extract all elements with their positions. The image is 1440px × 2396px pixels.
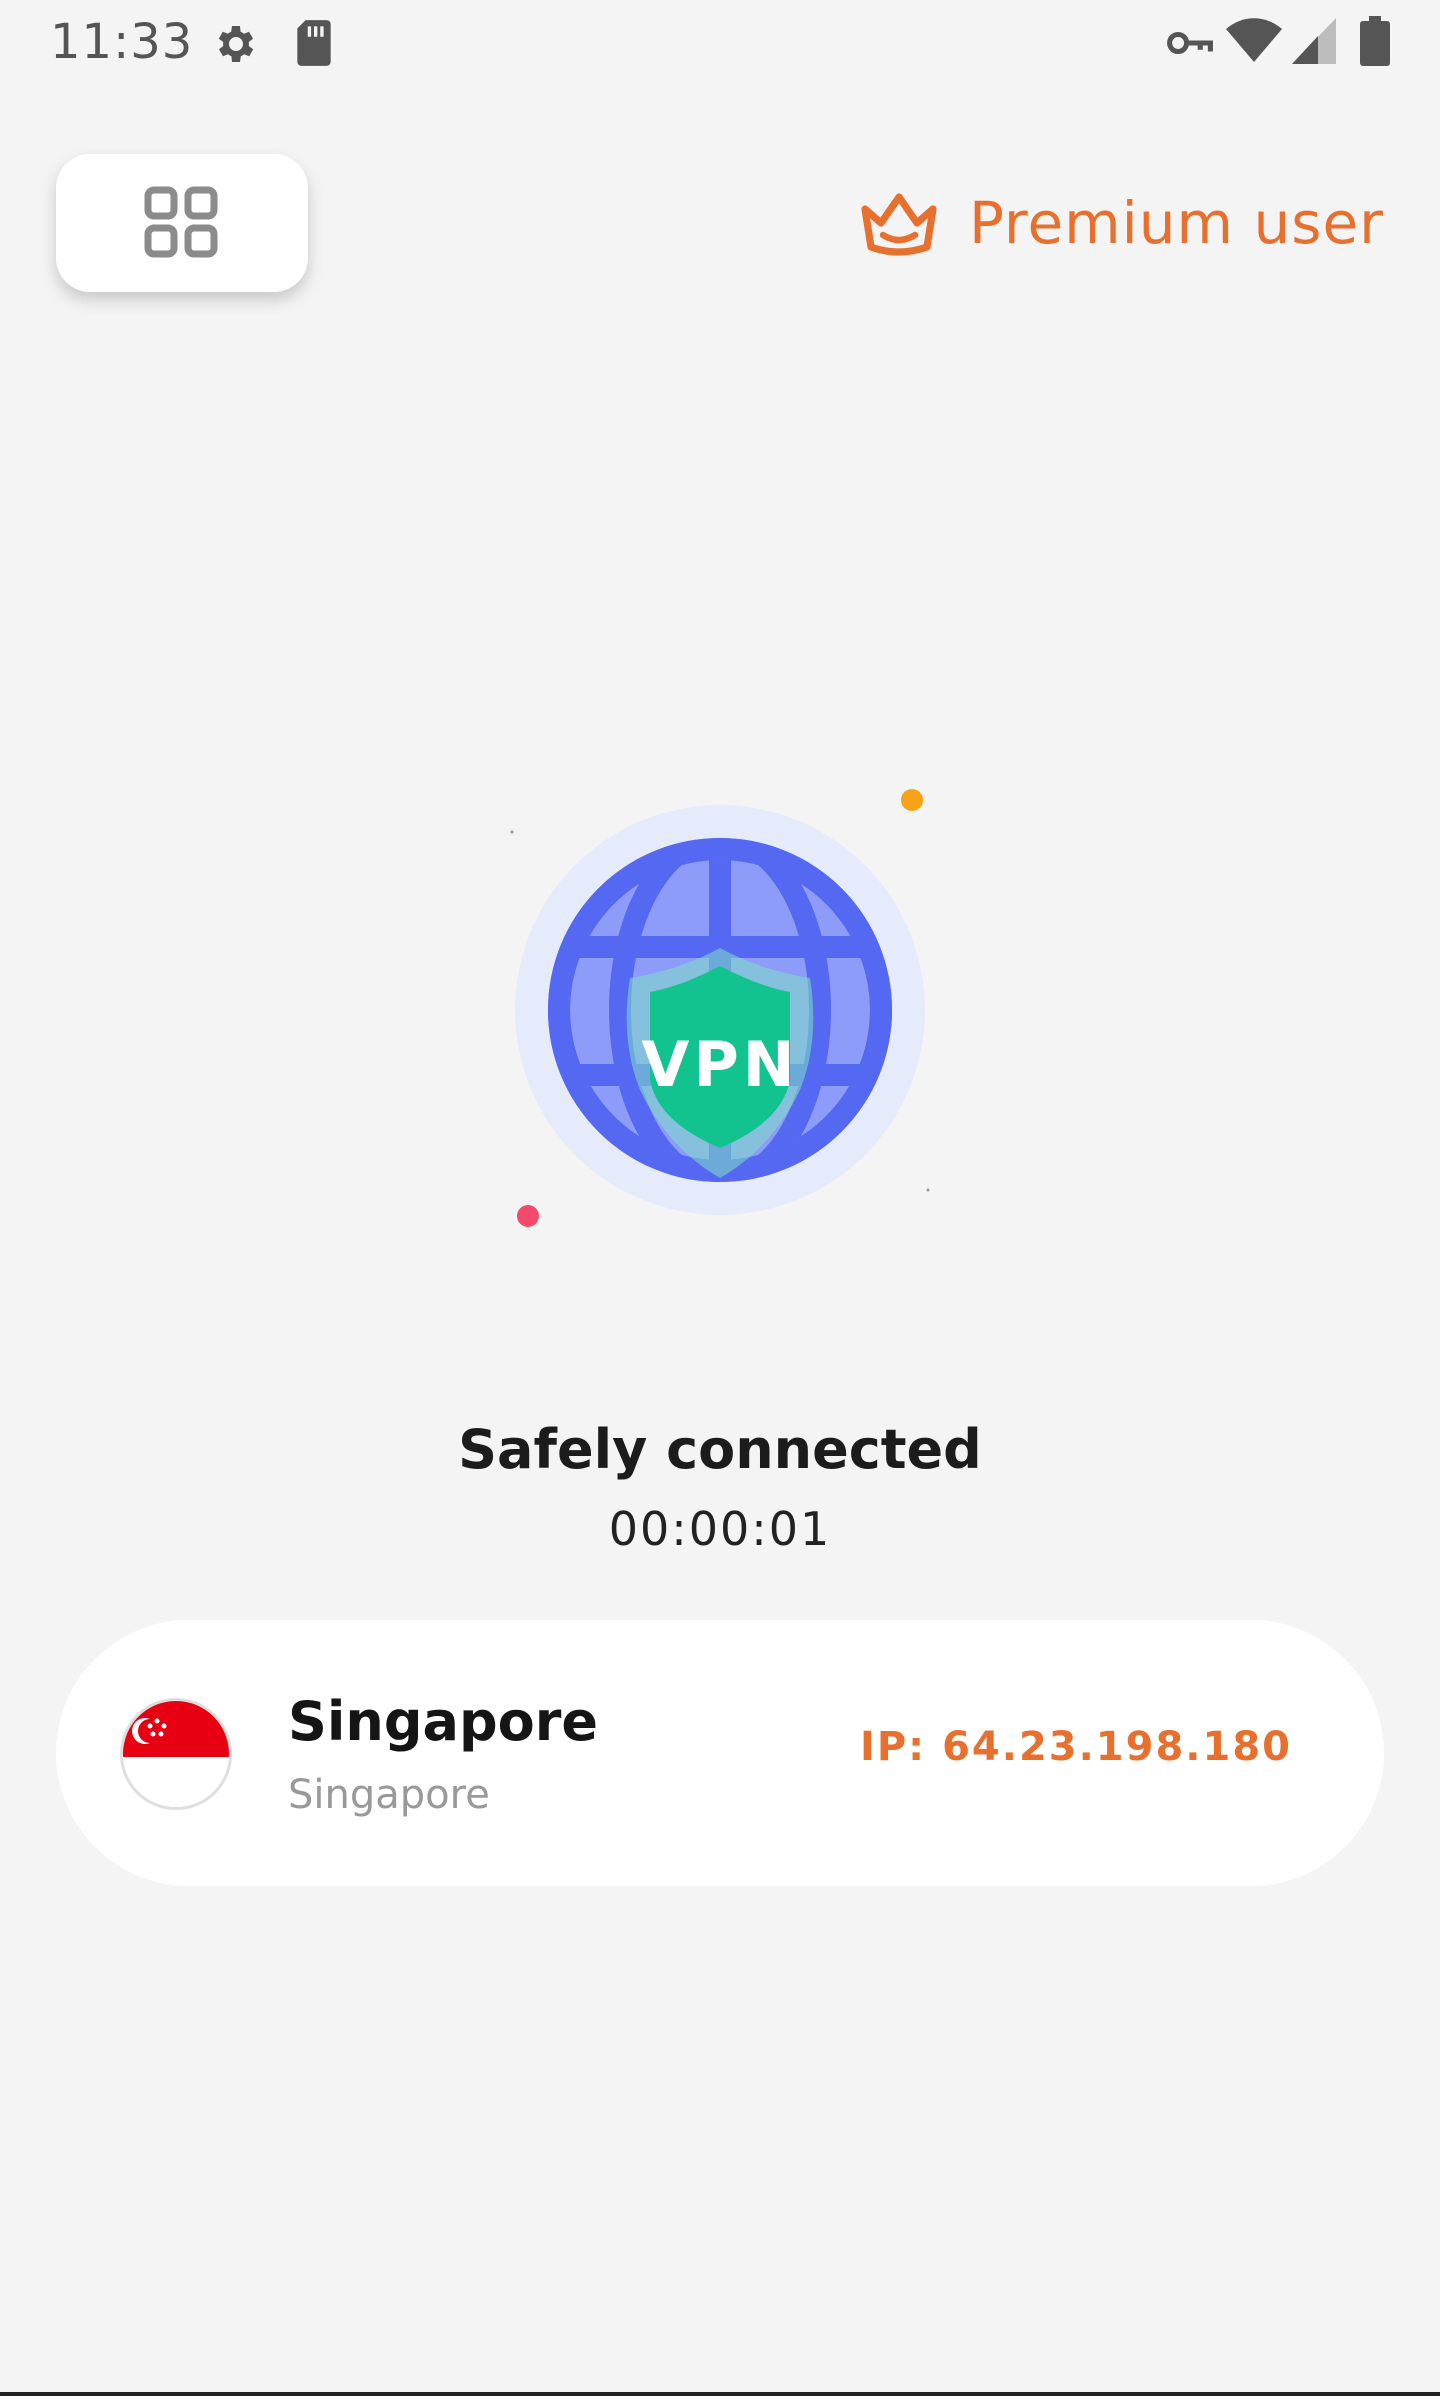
singapore-flag-icon (120, 1698, 232, 1810)
wifi-icon (1226, 18, 1282, 62)
server-selector-card[interactable]: Singapore Singapore IP: 64.23.198.180 (56, 1620, 1384, 1886)
sd-card-icon (297, 20, 331, 66)
server-city: Singapore (288, 1772, 490, 1818)
crown-icon (861, 193, 937, 256)
vpn-key-icon (1167, 31, 1213, 55)
bottom-edge-divider (0, 2392, 1440, 2396)
status-time: 11:33 (50, 14, 194, 70)
status-bar: 11:33 (0, 0, 1440, 84)
server-country: Singapore (288, 1690, 598, 1753)
premium-user-button[interactable]: Premium user (859, 178, 1384, 268)
menu-button[interactable] (56, 154, 308, 292)
battery-icon (1360, 16, 1390, 66)
cell-signal-icon (1292, 18, 1336, 64)
server-ip-address: IP: 64.23.198.180 (859, 1724, 1292, 1770)
connection-timer: 00:00:01 (608, 1502, 832, 1556)
grid-icon (144, 186, 218, 258)
vpn-globe-illustration: VPN (490, 770, 950, 1240)
vpn-badge-text: VPN (641, 1028, 798, 1101)
premium-user-label: Premium user (968, 189, 1384, 257)
settings-icon (218, 26, 254, 62)
connection-status: Safely connected (458, 1418, 982, 1481)
